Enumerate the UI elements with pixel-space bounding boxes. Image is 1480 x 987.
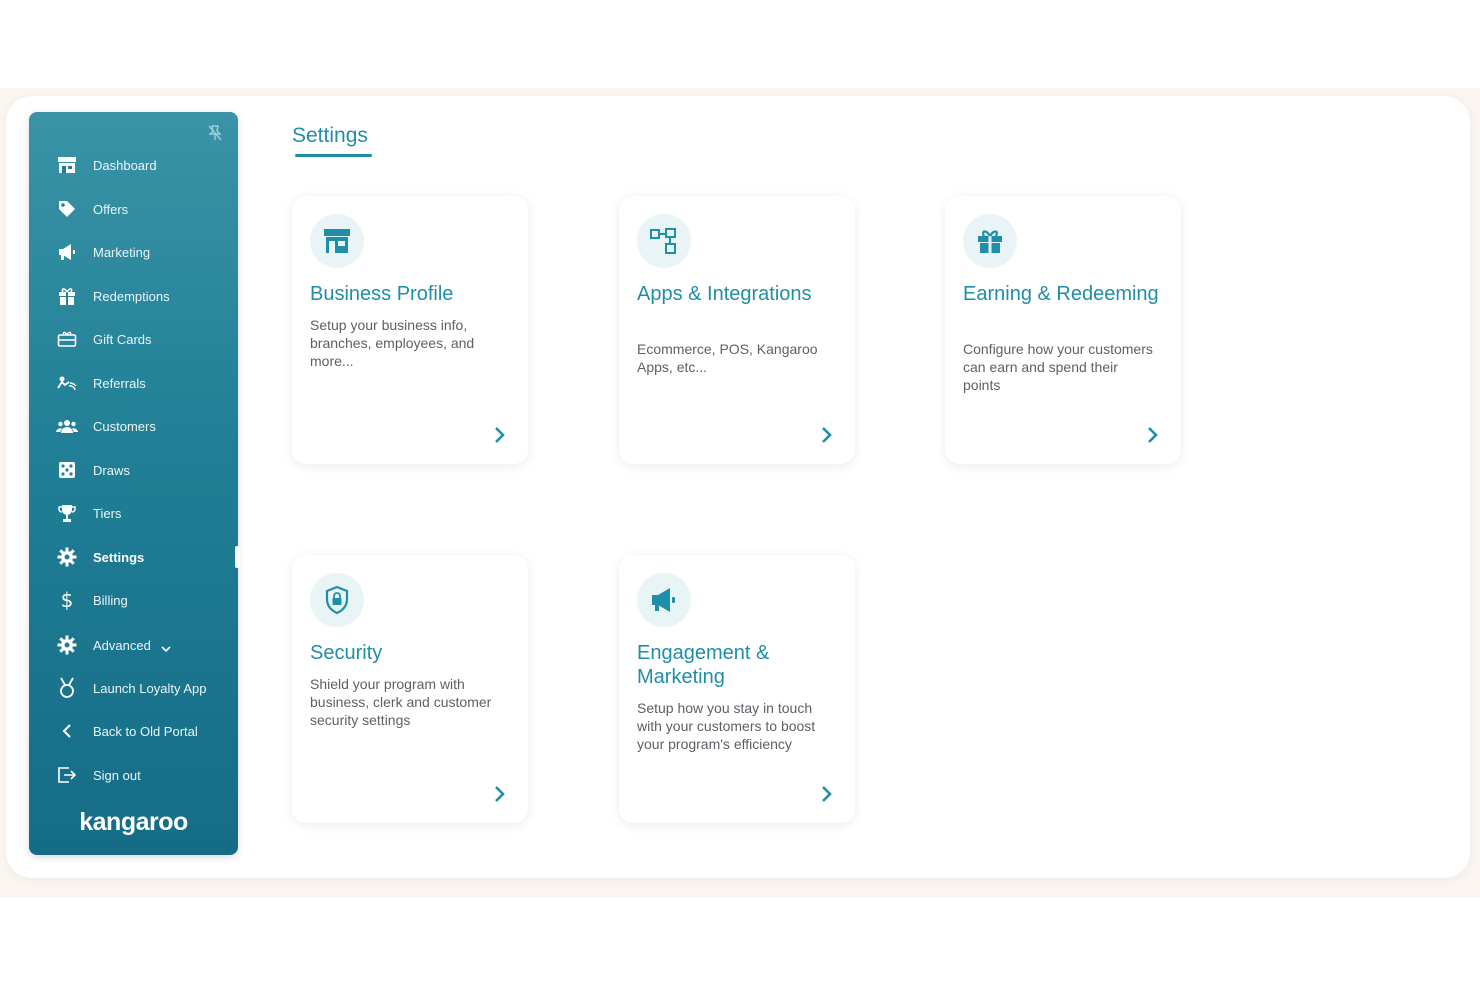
sidebar-item-label: Back to Old Portal bbox=[93, 723, 198, 739]
gift-icon bbox=[963, 214, 1017, 268]
card-description: Setup your business info, branches, empl… bbox=[310, 317, 475, 369]
sidebar-item-back-to-old-portal[interactable]: Back to Old Portal bbox=[29, 714, 238, 748]
megaphone-icon bbox=[637, 573, 691, 627]
users-icon bbox=[56, 415, 78, 437]
card-security[interactable]: Security Shield your program with busine… bbox=[292, 555, 528, 823]
sidebar-item-label: Referrals bbox=[93, 375, 146, 391]
chevron-right-icon[interactable] bbox=[819, 425, 835, 445]
sidebar: Dashboard Offers Marketing Redemptions G… bbox=[29, 112, 240, 855]
store-icon bbox=[310, 214, 364, 268]
card-engagement-marketing[interactable]: Engagement & Marketing Setup how you sta… bbox=[619, 555, 855, 823]
integrations-icon bbox=[637, 214, 691, 268]
sidebar-item-marketing[interactable]: Marketing bbox=[29, 235, 238, 269]
card-title: Business Profile bbox=[310, 283, 454, 305]
sidebar-item-label: Marketing bbox=[93, 244, 151, 260]
sidebar-item-label: Tiers bbox=[93, 505, 122, 521]
sidebar-item-redemptions[interactable]: Redemptions bbox=[29, 279, 238, 313]
card-title: Earning & Redeeming bbox=[963, 283, 1159, 305]
sidebar-item-referrals[interactable]: Referrals bbox=[29, 366, 238, 400]
sidebar-item-dashboard[interactable]: Dashboard bbox=[29, 148, 238, 182]
sidebar-item-advanced[interactable]: Advanced bbox=[29, 628, 238, 662]
card-title: Apps & Integrations bbox=[637, 283, 812, 305]
card-apps-integrations[interactable]: Apps & Integrations Ecommerce, POS, Kang… bbox=[619, 196, 855, 464]
title-underline bbox=[295, 154, 372, 157]
store-icon bbox=[56, 154, 78, 176]
sidebar-item-gift-cards[interactable]: Gift Cards bbox=[29, 322, 238, 356]
gear-icon bbox=[56, 634, 78, 656]
card-business-profile[interactable]: Business Profile Setup your business inf… bbox=[292, 196, 528, 464]
chevron-down-icon bbox=[161, 641, 171, 656]
sidebar-item-label: Advanced bbox=[93, 637, 151, 653]
sidebar-item-label: Redemptions bbox=[93, 288, 170, 304]
tag-icon bbox=[56, 198, 78, 220]
card-description: Ecommerce, POS, Kangaroo Apps, etc... bbox=[637, 341, 818, 375]
sidebar-item-sign-out[interactable]: Sign out bbox=[29, 758, 238, 792]
sidebar-item-label: Draws bbox=[93, 462, 130, 478]
active-indicator bbox=[235, 546, 240, 568]
card-earning-redeeming[interactable]: Earning & Redeeming Configure how your c… bbox=[945, 196, 1181, 464]
card-description: Shield your program with business, clerk… bbox=[310, 676, 492, 728]
gift-card-icon bbox=[56, 328, 78, 350]
sidebar-item-label: Sign out bbox=[93, 767, 141, 783]
sidebar-item-offers[interactable]: Offers bbox=[29, 192, 238, 226]
sidebar-item-label: Settings bbox=[93, 549, 145, 565]
chevron-right-icon[interactable] bbox=[1145, 425, 1161, 445]
sidebar-item-draws[interactable]: Draws bbox=[29, 453, 238, 487]
chevron-right-icon[interactable] bbox=[819, 784, 835, 804]
sidebar-item-label: Billing bbox=[93, 592, 128, 608]
brand-logo: kangaroo bbox=[79, 808, 188, 836]
trophy-icon bbox=[56, 502, 78, 524]
unpin-icon[interactable] bbox=[206, 124, 224, 142]
shield-lock-icon bbox=[310, 573, 364, 627]
card-title: Engagement & Marketing bbox=[637, 642, 770, 688]
chevron-right-icon[interactable] bbox=[492, 425, 508, 445]
app-background: Dashboard Offers Marketing Redemptions G… bbox=[0, 88, 1480, 898]
card-title: Security bbox=[310, 642, 383, 664]
medal-icon bbox=[56, 677, 78, 699]
sidebar-item-label: Offers bbox=[93, 201, 129, 217]
sidebar-item-settings[interactable]: Settings bbox=[29, 540, 238, 574]
dice-icon bbox=[56, 459, 78, 481]
page-title: Settings bbox=[292, 124, 368, 147]
sidebar-item-launch-loyalty-app[interactable]: Launch Loyalty App bbox=[29, 671, 238, 705]
app-panel: Dashboard Offers Marketing Redemptions G… bbox=[6, 96, 1470, 878]
sidebar-item-label: Gift Cards bbox=[93, 331, 152, 347]
chevron-right-icon[interactable] bbox=[492, 784, 508, 804]
card-description: Configure how your customers can earn an… bbox=[963, 341, 1153, 393]
sidebar-item-billing[interactable]: $ Billing bbox=[29, 583, 238, 617]
gift-icon bbox=[56, 285, 78, 307]
dollar-icon: $ bbox=[60, 588, 74, 612]
sidebar-item-label: Launch Loyalty App bbox=[93, 680, 207, 696]
gear-icon bbox=[56, 546, 78, 568]
sidebar-item-label: Dashboard bbox=[93, 157, 157, 173]
sidebar-item-label: Customers bbox=[93, 418, 156, 434]
referral-icon bbox=[56, 372, 78, 394]
sidebar-item-tiers[interactable]: Tiers bbox=[29, 496, 238, 530]
card-description: Setup how you stay in touch with your cu… bbox=[637, 700, 816, 752]
sign-out-icon bbox=[56, 764, 78, 786]
chevron-left-icon bbox=[56, 720, 78, 742]
megaphone-icon bbox=[56, 241, 78, 263]
sidebar-item-customers[interactable]: Customers bbox=[29, 409, 238, 443]
